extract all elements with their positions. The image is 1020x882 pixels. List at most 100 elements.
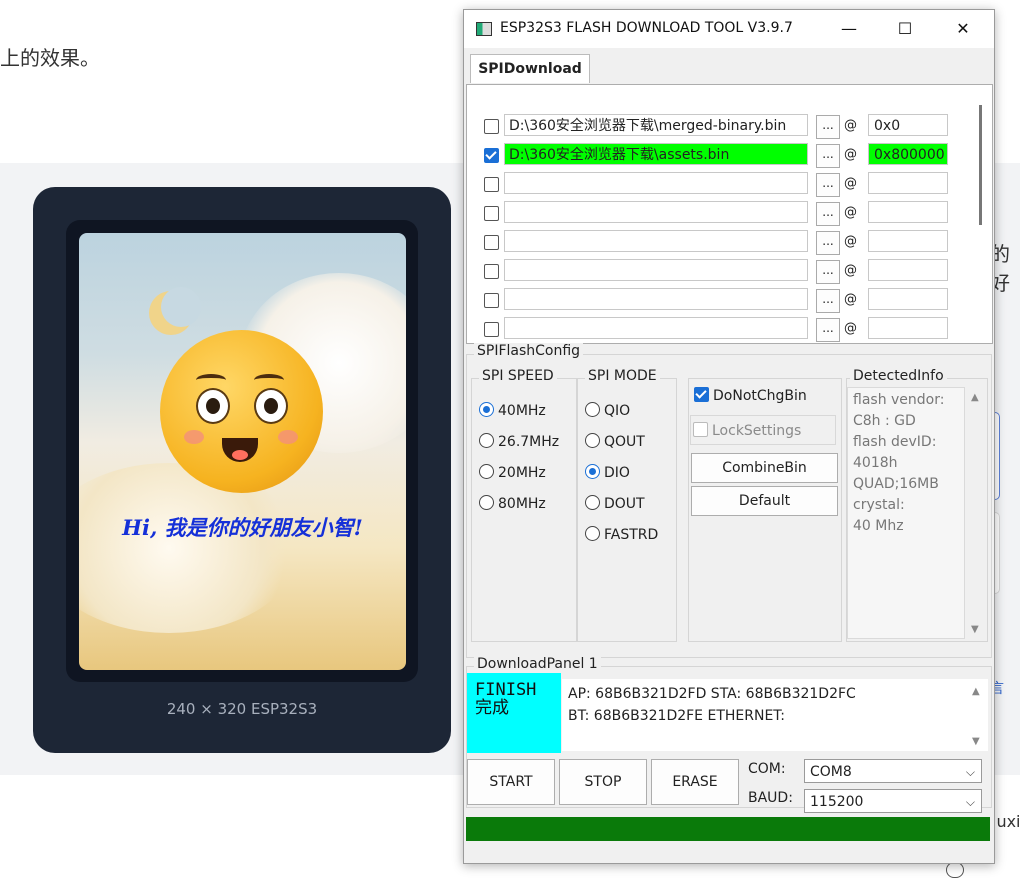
spi-speed-radio[interactable]: 26.7MHz: [479, 432, 559, 452]
scroll-down-icon[interactable]: ▼: [972, 736, 980, 747]
image-icon[interactable]: [946, 862, 964, 878]
minimize-icon[interactable]: —: [826, 10, 872, 48]
scroll-up-icon[interactable]: ▲: [972, 686, 980, 697]
spi-mode-label: QOUT: [604, 434, 645, 450]
spi-mode-radio[interactable]: DIO: [585, 463, 630, 483]
file-enable-checkbox[interactable]: [484, 235, 499, 250]
moon-icon: [149, 287, 201, 335]
file-path-input[interactable]: D:\360安全浏览器下载\assets.bin: [504, 143, 808, 165]
file-path-input[interactable]: [504, 317, 808, 339]
spi-speed-radio[interactable]: 20MHz: [479, 463, 546, 483]
locksettings-checkbox[interactable]: LockSettings: [690, 415, 836, 445]
default-button[interactable]: Default: [691, 486, 838, 516]
radio-icon: [585, 464, 600, 479]
file-row: ... @: [466, 288, 976, 314]
file-enable-checkbox[interactable]: [484, 119, 499, 134]
browse-button[interactable]: ...: [816, 318, 840, 342]
detected-info-title: DetectedInfo: [850, 368, 947, 384]
spiflashconfig-title: SPIFlashConfig: [474, 343, 584, 359]
mac-line-2: BT: 68B6B321D2FE ETHERNET:: [568, 708, 786, 724]
browse-button[interactable]: ...: [816, 173, 840, 197]
detected-info-line: flash vendor:: [853, 392, 945, 408]
file-address-input[interactable]: [868, 172, 948, 194]
background-card-partial[interactable]: [995, 412, 1000, 500]
detected-info-line: QUAD;16MB: [853, 476, 939, 492]
spi-speed-label: 80MHz: [498, 496, 546, 512]
spi-mode-label: DIO: [604, 465, 630, 481]
file-address-input[interactable]: 0x800000: [868, 143, 948, 165]
file-address-input[interactable]: 0x0: [868, 114, 948, 136]
file-address-input[interactable]: [868, 230, 948, 252]
start-button[interactable]: START: [467, 759, 555, 805]
maximize-icon[interactable]: ☐: [882, 10, 928, 48]
file-row: ... @: [466, 201, 976, 227]
spi-speed-radio[interactable]: 80MHz: [479, 494, 546, 514]
file-path-input[interactable]: [504, 259, 808, 281]
radio-icon: [585, 495, 600, 510]
com-select[interactable]: COM8 ⌵: [804, 759, 982, 783]
file-row: ... @: [466, 259, 976, 285]
browse-button[interactable]: ...: [816, 144, 840, 168]
file-address-input[interactable]: [868, 317, 948, 339]
detected-info-line: 4018h: [853, 455, 898, 471]
combinebin-button[interactable]: CombineBin: [691, 453, 838, 483]
status-finish-cn: 完成: [475, 698, 509, 718]
device-resolution-label: 240 × 320 ESP32S3: [166, 700, 318, 718]
device-screen-image: Hi, 我是你的好朋友小智!: [79, 233, 406, 670]
file-path-input[interactable]: [504, 201, 808, 223]
stop-button[interactable]: STOP: [559, 759, 647, 805]
at-label: @: [844, 321, 857, 336]
com-value: COM8: [810, 764, 852, 780]
at-label: @: [844, 147, 857, 162]
file-enable-checkbox[interactable]: [484, 293, 499, 308]
browse-button[interactable]: ...: [816, 260, 840, 284]
file-address-input[interactable]: [868, 201, 948, 223]
radio-icon: [585, 402, 600, 417]
spi-speed-radio[interactable]: 40MHz: [479, 401, 546, 421]
browse-button[interactable]: ...: [816, 289, 840, 313]
browse-button[interactable]: ...: [816, 115, 840, 139]
close-icon[interactable]: ✕: [940, 10, 986, 48]
spi-mode-radio[interactable]: QOUT: [585, 432, 645, 452]
file-enable-checkbox[interactable]: [484, 322, 499, 337]
device-greeting-text: Hi, 我是你的好朋友小智!: [122, 515, 363, 540]
background-card-partial-2[interactable]: [995, 512, 1000, 594]
scroll-down-icon[interactable]: ▼: [971, 624, 979, 635]
file-address-input[interactable]: [868, 288, 948, 310]
status-finish-en: FINISH: [475, 680, 537, 700]
checkbox-icon: [694, 387, 709, 402]
spi-speed-label: 20MHz: [498, 465, 546, 481]
file-enable-checkbox[interactable]: [484, 264, 499, 279]
detected-info-line: flash devID:: [853, 434, 937, 450]
radio-icon: [479, 495, 494, 510]
file-path-input[interactable]: [504, 230, 808, 252]
spi-mode-label: FASTRD: [604, 527, 659, 543]
donotchgbin-checkbox[interactable]: DoNotChgBin: [694, 385, 807, 406]
window-title: ESP32S3 FLASH DOWNLOAD TOOL V3.9.7: [500, 20, 793, 36]
scroll-up-icon[interactable]: ▲: [971, 392, 979, 403]
file-enable-checkbox[interactable]: [484, 148, 499, 163]
file-path-input[interactable]: [504, 172, 808, 194]
title-bar[interactable]: ESP32S3 FLASH DOWNLOAD TOOL V3.9.7 — ☐ ✕: [464, 10, 994, 48]
browse-button[interactable]: ...: [816, 231, 840, 255]
erase-button[interactable]: ERASE: [651, 759, 739, 805]
at-label: @: [844, 292, 857, 307]
spi-mode-radio[interactable]: QIO: [585, 401, 630, 421]
spi-mode-radio[interactable]: FASTRD: [585, 525, 658, 545]
at-label: @: [844, 176, 857, 191]
spi-mode-radio[interactable]: DOUT: [585, 494, 645, 514]
baud-select[interactable]: 115200 ⌵: [804, 789, 982, 813]
file-enable-checkbox[interactable]: [484, 177, 499, 192]
spi-mode-label: DOUT: [604, 496, 645, 512]
file-enable-checkbox[interactable]: [484, 206, 499, 221]
file-list-scrollbar[interactable]: [979, 105, 982, 225]
at-label: @: [844, 118, 857, 133]
tab-spidownload[interactable]: SPIDownload: [470, 54, 590, 83]
file-path-input[interactable]: D:\360安全浏览器下载\merged-binary.bin: [504, 114, 808, 136]
spi-speed-label: 26.7MHz: [498, 434, 560, 450]
radio-icon: [479, 433, 494, 448]
file-address-input[interactable]: [868, 259, 948, 281]
progress-fill: [466, 817, 990, 841]
browse-button[interactable]: ...: [816, 202, 840, 226]
file-path-input[interactable]: [504, 288, 808, 310]
